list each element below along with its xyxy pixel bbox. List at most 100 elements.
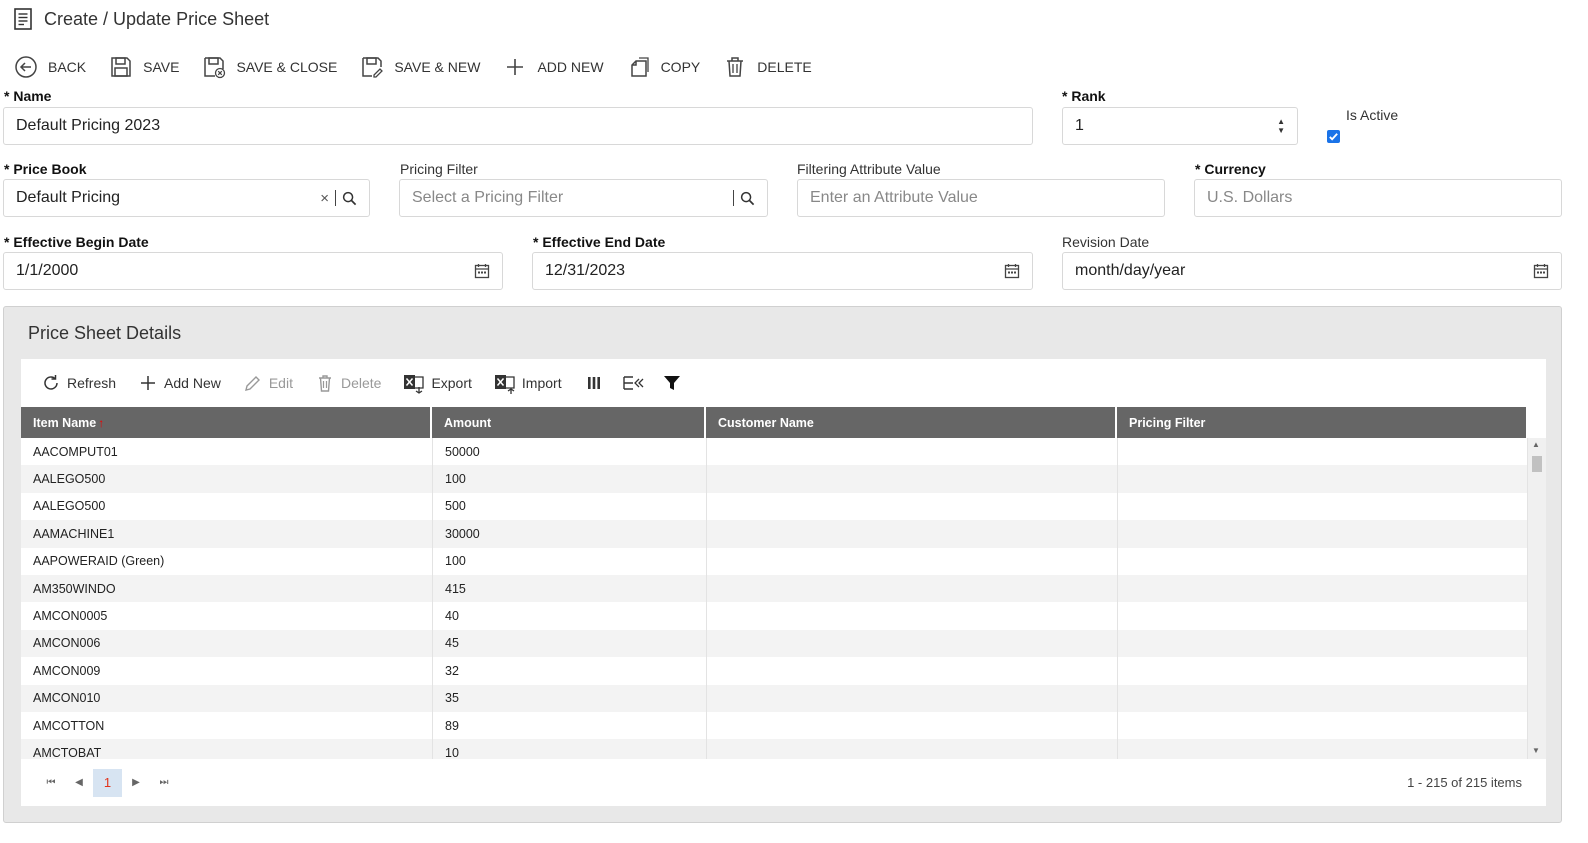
cell-pricing-filter [1118, 547, 1528, 575]
cell-item-name: AMCON0005 [21, 602, 433, 630]
scroll-down-icon[interactable]: ▼ [1532, 746, 1540, 755]
checkmark-icon [1329, 133, 1338, 141]
delete-button[interactable]: DELETE [723, 55, 812, 79]
panel-title: Price Sheet Details [28, 323, 182, 343]
vertical-scrollbar[interactable]: ▲ ▼ [1528, 438, 1546, 759]
last-page-icon[interactable]: ⏭ [150, 769, 178, 797]
grid-delete-button[interactable]: Delete [315, 373, 381, 393]
column-header-customer-name[interactable]: Customer Name [706, 407, 1117, 438]
table-row[interactable]: AAMACHINE1 30000 [21, 520, 1528, 548]
cell-pricing-filter [1118, 657, 1528, 685]
grid-add-new-label: Add New [164, 375, 221, 391]
cell-customer-name [707, 684, 1118, 712]
rank-field[interactable]: 1 ▲ ▼ [1062, 107, 1298, 145]
scroll-up-icon[interactable]: ▲ [1532, 440, 1540, 449]
table-row[interactable]: AMCTOBAT 10 [21, 739, 1528, 759]
begin-date-field[interactable]: 1/1/2000 [3, 252, 503, 290]
column-header-pricing-filter[interactable]: Pricing Filter [1117, 407, 1526, 438]
table-row[interactable]: AM350WINDO 415 [21, 574, 1528, 603]
column-header-amount[interactable]: Amount [432, 407, 706, 438]
name-value: Default Pricing 2023 [16, 117, 161, 134]
table-row[interactable]: AMCON0005 40 [21, 602, 1528, 630]
save-close-label: SAVE & CLOSE [236, 59, 338, 75]
begin-date-label: * Effective Begin Date [4, 234, 149, 250]
collapse-columns-button[interactable] [622, 373, 644, 393]
separator [733, 190, 734, 206]
cell-pricing-filter [1118, 739, 1528, 759]
cell-pricing-filter [1118, 520, 1528, 548]
cell-customer-name [707, 629, 1118, 658]
end-date-field[interactable]: 12/31/2023 [532, 252, 1033, 290]
pricing-filter-field[interactable]: Select a Pricing Filter [399, 179, 768, 217]
cell-pricing-filter [1118, 684, 1528, 712]
cell-customer-name [707, 547, 1118, 575]
save-close-button[interactable]: SAVE & CLOSE [202, 55, 337, 79]
table-row[interactable]: AMCON006 45 [21, 629, 1528, 658]
grid-edit-button[interactable]: Edit [243, 373, 293, 393]
stepper-down-icon[interactable]: ▼ [1277, 126, 1285, 135]
table-row[interactable]: AALEGO500 500 [21, 492, 1528, 521]
columns-icon [587, 377, 600, 389]
rank-value: 1 [1075, 117, 1084, 134]
table-row[interactable]: AMCON010 35 [21, 684, 1528, 712]
name-field[interactable]: Default Pricing 2023 [3, 107, 1033, 145]
is-active-checkbox[interactable] [1327, 130, 1340, 143]
columns-button[interactable] [584, 373, 604, 393]
previous-page-icon[interactable]: ◀ [65, 769, 93, 797]
import-button[interactable]: Import [494, 372, 562, 394]
column-header-item-name[interactable]: Item Name ↑ [21, 407, 432, 438]
save-new-button[interactable]: SAVE & NEW [360, 55, 480, 79]
save-close-icon [204, 57, 226, 79]
table-row[interactable]: AMCOTTON 89 [21, 711, 1528, 740]
sort-ascending-icon: ↑ [98, 415, 105, 430]
currency-field[interactable]: U.S. Dollars [1194, 179, 1562, 217]
cell-pricing-filter [1118, 574, 1528, 603]
next-page-icon[interactable]: ▶ [122, 769, 150, 797]
export-button[interactable]: Export [403, 372, 472, 394]
begin-date-value: 1/1/2000 [16, 262, 79, 279]
filter-button[interactable] [662, 373, 682, 393]
calendar-icon[interactable] [474, 263, 490, 279]
cell-item-name: AAMACHINE1 [21, 520, 433, 548]
search-icon[interactable] [740, 191, 755, 206]
pricing-filter-label: Pricing Filter [400, 161, 478, 177]
cell-pricing-filter [1118, 711, 1528, 740]
table-row[interactable]: AAPOWERAID (Green) 100 [21, 547, 1528, 575]
currency-value: U.S. Dollars [1207, 189, 1293, 206]
table-row[interactable]: AACOMPUT01 50000 [21, 438, 1528, 466]
grid-delete-label: Delete [340, 375, 382, 391]
copy-icon [630, 57, 649, 77]
calendar-icon[interactable] [1533, 263, 1549, 279]
back-button[interactable]: BACK [14, 55, 86, 79]
revision-date-field[interactable]: month/day/year [1062, 252, 1562, 290]
stepper-up-icon[interactable]: ▲ [1277, 117, 1285, 126]
export-label: Export [431, 375, 472, 391]
main-toolbar: BACK SAVE SAVE & CLOSE SAVE & NEW ADD NE… [14, 54, 835, 80]
clear-icon[interactable]: × [320, 190, 329, 207]
table-row[interactable]: AALEGO500 100 [21, 465, 1528, 493]
save-button[interactable]: SAVE [109, 55, 179, 79]
save-new-icon [362, 57, 384, 78]
cell-item-name: AACOMPUT01 [21, 438, 433, 466]
first-page-icon[interactable]: ⏮ [37, 769, 65, 797]
trash-icon [318, 375, 331, 392]
rank-stepper[interactable]: ▲ ▼ [1277, 117, 1285, 135]
refresh-button[interactable]: Refresh [41, 373, 116, 393]
filter-attr-field[interactable]: Enter an Attribute Value [797, 179, 1165, 217]
grid-add-new-button[interactable]: Add New [138, 373, 221, 393]
search-icon[interactable] [342, 191, 357, 206]
page-number-current[interactable]: 1 [93, 768, 122, 797]
name-label: * Name [4, 88, 52, 104]
price-book-field[interactable]: Default Pricing × [3, 179, 370, 217]
revision-date-value: month/day/year [1075, 262, 1186, 279]
grid-header: Item Name ↑ Amount Customer Name Pricing… [21, 407, 1526, 438]
calendar-icon[interactable] [1004, 263, 1020, 279]
cell-amount: 30000 [433, 520, 707, 548]
table-row[interactable]: AMCON009 32 [21, 657, 1528, 685]
add-new-button[interactable]: ADD NEW [503, 55, 604, 79]
cell-customer-name [707, 574, 1118, 603]
copy-label: COPY [660, 59, 701, 75]
scrollbar-thumb[interactable] [1532, 456, 1542, 472]
document-icon [14, 8, 32, 30]
copy-button[interactable]: COPY [627, 55, 701, 79]
